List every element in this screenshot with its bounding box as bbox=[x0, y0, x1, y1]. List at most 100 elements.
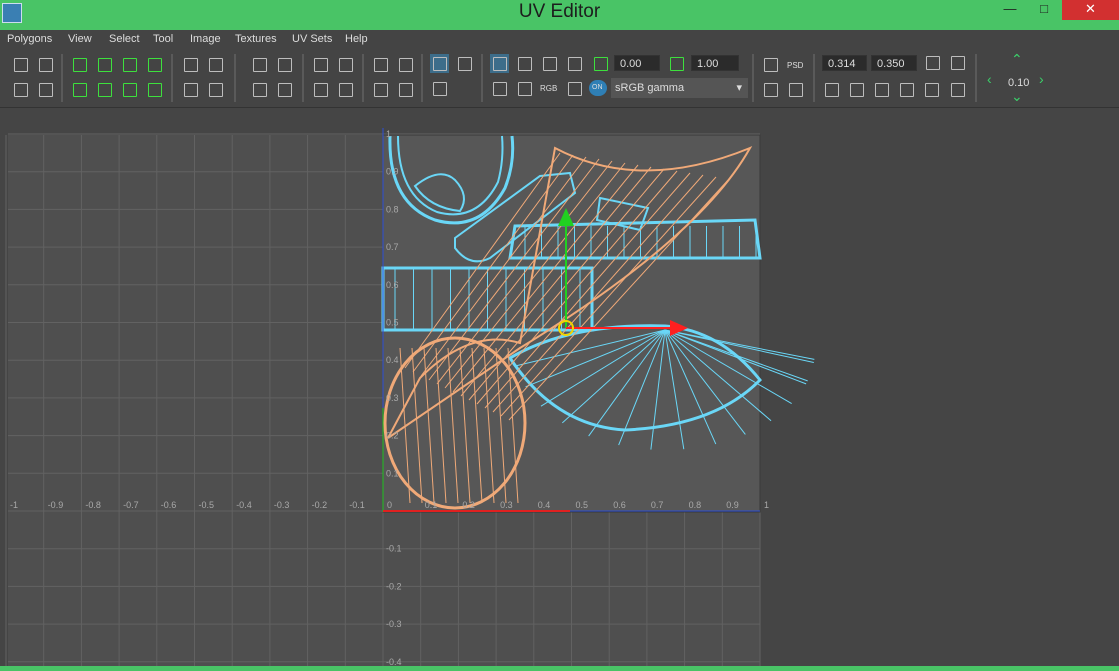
gamma-icon[interactable] bbox=[667, 54, 686, 73]
y-tick-label: -0.3 bbox=[386, 619, 402, 629]
copy-uv-icon[interactable] bbox=[822, 80, 841, 99]
color-wheel-icon[interactable] bbox=[565, 79, 584, 98]
align-bottom-icon[interactable] bbox=[311, 80, 330, 99]
toolbar-separator bbox=[813, 54, 815, 102]
refresh-uv-icon[interactable] bbox=[923, 53, 942, 72]
stack-shells-icon[interactable] bbox=[275, 80, 294, 99]
y-tick-label: -0.1 bbox=[386, 544, 402, 554]
grid-icon[interactable] bbox=[490, 79, 509, 98]
toolbar-separator bbox=[171, 54, 173, 102]
x-tick-label: 0.5 bbox=[576, 500, 589, 510]
step-left-icon[interactable]: ‹ bbox=[987, 71, 992, 87]
color-management-toggle[interactable]: ON bbox=[589, 80, 607, 96]
x-tick-label: -0.2 bbox=[312, 500, 328, 510]
split-uv-icon[interactable] bbox=[95, 55, 114, 74]
menu-uv-sets[interactable]: UV Sets bbox=[292, 33, 332, 45]
uv-set-icon[interactable] bbox=[948, 80, 967, 99]
menu-polygons[interactable]: Polygons bbox=[7, 33, 52, 45]
menu-tool[interactable]: Tool bbox=[153, 33, 173, 45]
paste-v-icon[interactable] bbox=[897, 80, 916, 99]
move-sew-icon[interactable] bbox=[145, 55, 164, 74]
y-tick-label: 0.5 bbox=[386, 318, 399, 328]
menu-textures[interactable]: Textures bbox=[235, 33, 277, 45]
align-top-icon[interactable] bbox=[336, 80, 355, 99]
x-tick-label: -0.1 bbox=[349, 500, 365, 510]
update-psd-icon[interactable] bbox=[786, 80, 805, 99]
select-tool-icon[interactable] bbox=[11, 80, 30, 99]
flip-v-icon[interactable] bbox=[206, 55, 225, 74]
step-right-icon[interactable]: › bbox=[1039, 71, 1044, 87]
x-tick-label: 1 bbox=[764, 500, 769, 510]
x-tick-label: -1 bbox=[10, 500, 18, 510]
rotate-uv-icon[interactable] bbox=[948, 53, 967, 72]
v-coordinate-field[interactable]: 0.350 bbox=[871, 55, 917, 71]
color-space-dropdown[interactable]: sRGB gamma ▾ bbox=[611, 78, 748, 98]
display-image-icon[interactable] bbox=[430, 54, 449, 73]
gamma-input[interactable]: 1.00 bbox=[691, 55, 739, 71]
layout-icon[interactable] bbox=[70, 80, 89, 99]
uv-toolkit-icon[interactable] bbox=[11, 55, 30, 74]
x-tick-label: 0.1 bbox=[425, 500, 438, 510]
shell-border-icon[interactable] bbox=[371, 55, 390, 74]
maximize-button[interactable]: □ bbox=[1030, 0, 1058, 20]
uv-distortion-icon[interactable] bbox=[371, 80, 390, 99]
y-tick-label: 0.4 bbox=[386, 355, 399, 365]
psd-button[interactable]: PSD bbox=[786, 58, 808, 74]
move-select-icon[interactable] bbox=[36, 80, 55, 99]
color-space-value: sRGB gamma bbox=[615, 82, 685, 94]
menu-image[interactable]: Image bbox=[190, 33, 221, 45]
uv-canvas[interactable]: -1 -0.9 -0.8 -0.7 -0.6 -0.5 -0.4 -0.3 -0.2 -0.1 0 0… bbox=[0, 108, 1119, 671]
paste-uv-icon[interactable] bbox=[847, 80, 866, 99]
pixel-snap-icon[interactable] bbox=[515, 54, 534, 73]
toolbar-separator bbox=[752, 54, 754, 102]
y-tick-label: 0.9 bbox=[386, 167, 399, 177]
rgb-channel-button[interactable]: RGB bbox=[538, 81, 562, 97]
image-range-icon[interactable] bbox=[430, 79, 449, 98]
close-button[interactable]: ✕ bbox=[1062, 0, 1119, 20]
snap-grid-icon[interactable] bbox=[275, 55, 294, 74]
rotate-ccw-icon[interactable] bbox=[181, 80, 200, 99]
grid-display-icon[interactable] bbox=[490, 54, 509, 73]
uv-smudge-icon[interactable] bbox=[761, 80, 780, 99]
status-bar bbox=[0, 666, 1119, 671]
add-uv-icon[interactable] bbox=[396, 55, 415, 74]
paste-u-icon[interactable] bbox=[872, 80, 891, 99]
uv-viewport[interactable]: -1 -0.9 -0.8 -0.7 -0.6 -0.5 -0.4 -0.3 -0.2 -0.1 0 0… bbox=[0, 108, 1119, 671]
x-tick-label: 0 bbox=[387, 500, 392, 510]
flip-u-icon[interactable] bbox=[181, 55, 200, 74]
minimize-button[interactable]: — bbox=[996, 0, 1024, 20]
sew-uv-icon[interactable] bbox=[120, 55, 139, 74]
align-icon[interactable] bbox=[250, 55, 269, 74]
step-up-icon[interactable]: ⌃ bbox=[1011, 51, 1023, 68]
exposure-icon[interactable] bbox=[591, 54, 610, 73]
u-coordinate-field[interactable]: 0.314 bbox=[822, 55, 867, 71]
uv-lattice-icon[interactable] bbox=[761, 55, 780, 74]
toolbar-separator bbox=[481, 54, 483, 102]
cycle-uv-icon[interactable] bbox=[922, 80, 941, 99]
y-tick-label: 0.1 bbox=[386, 468, 399, 478]
step-down-icon[interactable]: ⌄ bbox=[1011, 88, 1023, 105]
isolate-select-icon[interactable] bbox=[455, 54, 474, 73]
exposure-input[interactable]: 0.00 bbox=[614, 55, 660, 71]
window-title: UV Editor bbox=[518, 1, 601, 22]
rotate-cw-icon[interactable] bbox=[206, 80, 225, 99]
grid-uv-icon[interactable] bbox=[145, 80, 164, 99]
shaded-uv-icon[interactable] bbox=[540, 54, 559, 73]
x-tick-label: -0.7 bbox=[123, 500, 139, 510]
cut-uv-icon[interactable] bbox=[70, 55, 89, 74]
menu-help[interactable]: Help bbox=[345, 33, 368, 45]
checker-map-icon[interactable] bbox=[396, 80, 415, 99]
unfold-icon[interactable] bbox=[95, 80, 114, 99]
menu-select[interactable]: Select bbox=[109, 33, 140, 45]
uv-snapshot-icon[interactable] bbox=[36, 55, 55, 74]
menu-view[interactable]: View bbox=[68, 33, 92, 45]
texture-borders-icon[interactable] bbox=[565, 54, 584, 73]
x-tick-label: 0.2 bbox=[462, 500, 475, 510]
relax-icon[interactable] bbox=[120, 80, 139, 99]
toolbar-separator bbox=[61, 54, 63, 102]
align-left-icon[interactable] bbox=[311, 55, 330, 74]
distribute-icon[interactable] bbox=[250, 80, 269, 99]
checker-icon[interactable] bbox=[515, 79, 534, 98]
align-right-icon[interactable] bbox=[336, 55, 355, 74]
x-tick-label: 0.3 bbox=[500, 500, 513, 510]
